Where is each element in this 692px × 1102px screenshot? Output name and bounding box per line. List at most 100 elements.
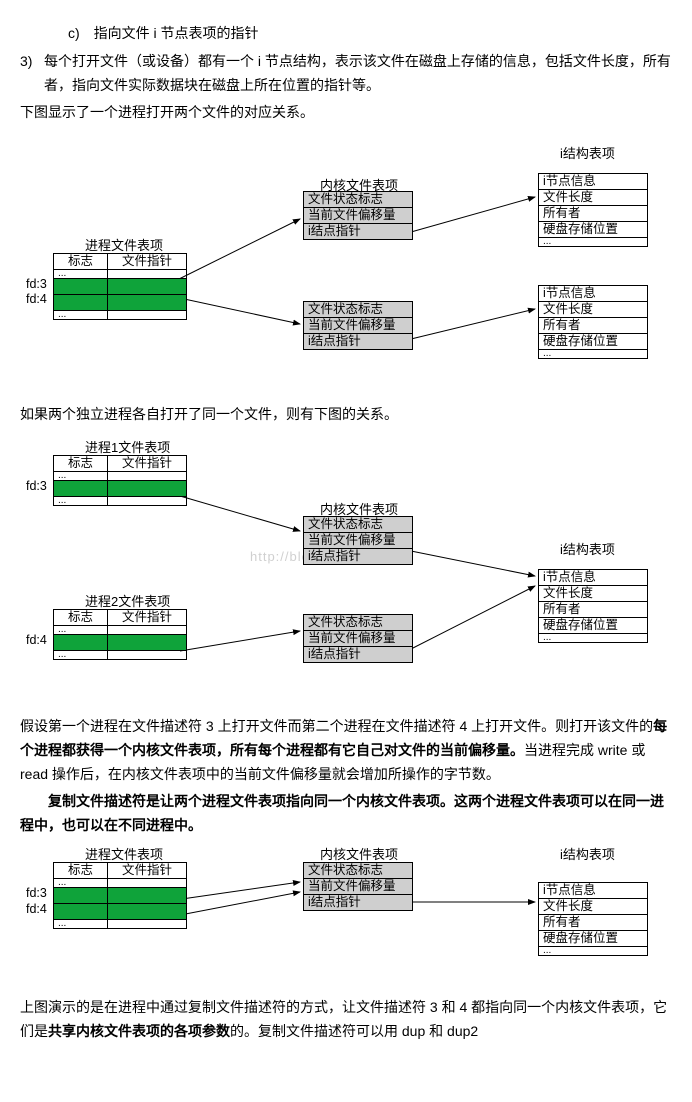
title-kernel: 内核文件表项 (320, 844, 398, 863)
cell-curoffset: 当前文件偏移量 (304, 208, 413, 224)
cell-empty (108, 311, 187, 320)
diagram-2: http://blog.csdn.net/ 进程1文件表项 标志文件指针 ...… (20, 431, 672, 711)
cell-green (54, 887, 108, 903)
cell-filelen: 文件长度 (539, 585, 648, 601)
kernel-table: 文件状态标志 当前文件偏移量 i结点指针 (303, 862, 413, 911)
cell-green (108, 887, 187, 903)
inode-table-2: i节点信息 文件长度 所有者 硬盘存储位置 ... (538, 285, 648, 359)
cell-dots: ... (539, 633, 648, 642)
kernel-table-1: 文件状态标志 当前文件偏移量 i结点指针 (303, 516, 413, 565)
proc-table: 标志文件指针 ... ... (53, 862, 187, 929)
title-proc1: 进程1文件表项 (85, 437, 170, 456)
cell-dots: ... (54, 496, 108, 505)
cell-inodeinfo: i节点信息 (539, 569, 648, 585)
kernel-table-1: 文件状态标志 当前文件偏移量 i结点指针 (303, 191, 413, 240)
cell-filelen: 文件长度 (539, 302, 648, 318)
cell-dots: ... (54, 270, 108, 279)
text-bold: 共享内核文件表项的各项参数 (48, 1023, 230, 1039)
cell-empty (108, 471, 187, 480)
para-mid2: 假设第一个进程在文件描述符 3 上打开文件而第二个进程在文件描述符 4 上打开文… (20, 715, 672, 786)
cell-curoffset: 当前文件偏移量 (304, 318, 413, 334)
col-fileptr: 文件指针 (108, 455, 187, 471)
diagram-3: 进程文件表项 标志文件指针 ... ... fd:3 fd:4 内核文件表项 文… (20, 842, 672, 992)
inode-table-1: i节点信息 文件长度 所有者 硬盘存储位置 ... (538, 173, 648, 247)
cell-green (108, 634, 187, 650)
fd4-label: fd:4 (26, 633, 47, 647)
col-fileptr: 文件指针 (108, 862, 187, 878)
cell-dots: ... (54, 878, 108, 887)
cell-dots: ... (54, 471, 108, 480)
kernel-table-2: 文件状态标志 当前文件偏移量 i结点指针 (303, 614, 413, 663)
title-inode: i结构表项 (560, 143, 615, 162)
cell-green (108, 903, 187, 919)
cell-inodeinfo: i节点信息 (539, 882, 648, 898)
cell-owner: 所有者 (539, 601, 648, 617)
cell-inodeptr: i结点指针 (304, 224, 413, 240)
col-fileptr: 文件指针 (108, 254, 187, 270)
cell-diskpos: 硬盘存储位置 (539, 334, 648, 350)
cell-dots: ... (539, 946, 648, 955)
cell-dots: ... (54, 919, 108, 928)
fd3-label: fd:3 (26, 886, 47, 900)
fd4-label: fd:4 (26, 292, 47, 306)
title-proc: 进程文件表项 (85, 844, 163, 863)
cell-diskpos: 硬盘存储位置 (539, 930, 648, 946)
cell-empty (108, 878, 187, 887)
cell-dots: ... (54, 625, 108, 634)
cell-inodeinfo: i节点信息 (539, 286, 648, 302)
inode-table: i节点信息 文件长度 所有者 硬盘存储位置 ... (538, 882, 648, 956)
proc2-table: 标志文件指针 ... ... (53, 609, 187, 660)
title-inode: i结构表项 (560, 844, 615, 863)
cell-inodeptr: i结点指针 (304, 334, 413, 350)
inode-table: i节点信息 文件长度 所有者 硬盘存储位置 ... (538, 569, 648, 643)
cell-curoffset: 当前文件偏移量 (304, 630, 413, 646)
cell-filelen: 文件长度 (539, 898, 648, 914)
cell-filestatus: 文件状态标志 (304, 192, 413, 208)
cell-inodeptr: i结点指针 (304, 894, 413, 910)
cell-empty (108, 270, 187, 279)
list-text: 每个打开文件（或设备）都有一个 i 节点结构，表示该文件在磁盘上存储的信息，包括… (44, 53, 671, 93)
cell-diskpos: 硬盘存储位置 (539, 617, 648, 633)
cell-inodeptr: i结点指针 (304, 646, 413, 662)
col-fileptr: 文件指针 (108, 609, 187, 625)
cell-filestatus: 文件状态标志 (304, 614, 413, 630)
cell-empty (108, 919, 187, 928)
para-below: 下图显示了一个进程打开两个文件的对应关系。 (20, 101, 672, 125)
title-proc2: 进程2文件表项 (85, 591, 170, 610)
fd3-label: fd:3 (26, 277, 47, 291)
cell-owner: 所有者 (539, 914, 648, 930)
cell-dots: ... (54, 650, 108, 659)
cell-dots: ... (54, 311, 108, 320)
para-mid1: 如果两个独立进程各自打开了同一个文件，则有下图的关系。 (20, 403, 672, 427)
fd3-label: fd:3 (26, 479, 47, 493)
list-item-3: 3)每个打开文件（或设备）都有一个 i 节点结构，表示该文件在磁盘上存储的信息，… (20, 50, 672, 98)
cell-filestatus: 文件状态标志 (304, 302, 413, 318)
cell-diskpos: 硬盘存储位置 (539, 222, 648, 238)
para-mid3: 复制文件描述符是让两个进程文件表项指向同一个内核文件表项。这两个进程文件表项可以… (20, 790, 672, 838)
text: 假设第一个进程在文件描述符 3 上打开文件而第二个进程在文件描述符 4 上打开文… (20, 718, 653, 734)
cell-dots: ... (539, 238, 648, 247)
cell-curoffset: 当前文件偏移量 (304, 878, 413, 894)
cell-owner: 所有者 (539, 318, 648, 334)
cell-green (54, 279, 108, 295)
para-bottom: 上图演示的是在进程中通过复制文件描述符的方式，让文件描述符 3 和 4 都指向同… (20, 996, 672, 1044)
cell-curoffset: 当前文件偏移量 (304, 532, 413, 548)
cell-inodeinfo: i节点信息 (539, 174, 648, 190)
cell-green (108, 480, 187, 496)
cell-filestatus: 文件状态标志 (304, 862, 413, 878)
list-num: 3) (20, 50, 44, 74)
diagram-1: i结构表项 内核文件表项 进程文件表项 标志文件指针 ... ... fd:3 … (20, 129, 672, 399)
proc1-table: 标志文件指针 ... ... (53, 455, 187, 506)
cell-empty (108, 650, 187, 659)
text-bold: 复制文件描述符是让两个进程文件表项指向同一个内核文件表项。这两个进程文件表项可以… (20, 793, 664, 833)
proc-table: 标志文件指针 ... ... (53, 253, 187, 320)
cell-filestatus: 文件状态标志 (304, 516, 413, 532)
cell-green (108, 279, 187, 295)
cell-inodeptr: i结点指针 (304, 548, 413, 564)
title-proc: 进程文件表项 (85, 235, 163, 254)
cell-green (108, 295, 187, 311)
cell-owner: 所有者 (539, 206, 648, 222)
list-item-c: c) 指向文件 i 节点表项的指针 (20, 22, 672, 46)
cell-dots: ... (539, 350, 648, 359)
cell-empty (108, 625, 187, 634)
